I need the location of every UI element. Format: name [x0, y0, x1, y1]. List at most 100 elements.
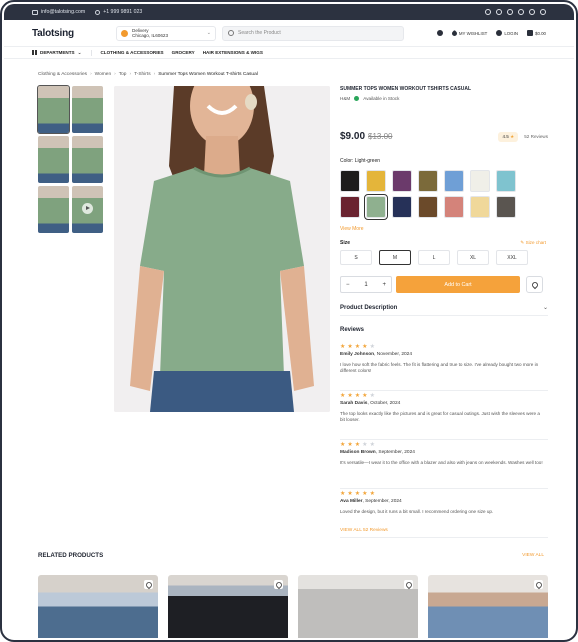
size-option[interactable]: XXL: [496, 250, 528, 265]
price-row: $9.00 $13.00 4.5 ★ 52 Reviews: [340, 131, 548, 142]
departments-label: DEPARTMENTS: [40, 50, 75, 55]
plus-icon[interactable]: +: [382, 282, 386, 288]
product-thumbnail[interactable]: [38, 186, 69, 233]
color-swatches: [340, 170, 516, 220]
nav-link-grocery[interactable]: GROCERY: [172, 50, 195, 55]
heart-icon[interactable]: [534, 580, 543, 589]
main-product-image[interactable]: [114, 86, 330, 412]
color-swatch[interactable]: [444, 196, 464, 218]
color-swatch[interactable]: [418, 196, 438, 218]
page: info@talotsing.com +1 999 9891 023 Talot…: [4, 4, 574, 638]
video-thumbnail[interactable]: [72, 186, 103, 233]
product-thumbnail[interactable]: [38, 136, 69, 183]
nav-link-clothing[interactable]: CLOTHING & ACCESSORIES: [100, 50, 163, 55]
breadcrumb-item[interactable]: Women: [95, 72, 111, 77]
product-thumbnail[interactable]: [37, 85, 70, 134]
heart-icon[interactable]: [144, 580, 153, 589]
app-frame: info@talotsing.com +1 999 9891 023 Talot…: [0, 0, 578, 642]
size-option[interactable]: XL: [457, 250, 489, 265]
color-swatch[interactable]: [392, 170, 412, 192]
view-all-related-link[interactable]: VIEW ALL: [522, 553, 544, 558]
youtube-icon[interactable]: [529, 9, 535, 15]
quantity-stepper[interactable]: − 1 +: [340, 276, 392, 293]
search-input[interactable]: Search the Product: [222, 25, 404, 41]
add-to-cart-row: − 1 + Add to Cart: [340, 276, 548, 293]
header: Talotsing Delivery Chicago, IL60623 ⌄ Se…: [4, 20, 574, 46]
cart-link[interactable]: $0.00: [527, 30, 546, 36]
wishlist-button[interactable]: [526, 276, 543, 293]
whatsapp-icon[interactable]: [540, 9, 546, 15]
related-product-card[interactable]: [298, 575, 418, 638]
x-icon[interactable]: [507, 9, 513, 15]
review-date: October, 2024: [370, 401, 401, 406]
related-product-card[interactable]: [428, 575, 548, 638]
minus-icon[interactable]: −: [346, 282, 350, 288]
chevron-down-icon: ⌄: [206, 30, 211, 36]
color-swatch[interactable]: [392, 196, 412, 218]
tiktok-icon[interactable]: [518, 9, 524, 15]
reviews-list: ★★★★★ Emily Johnson, November, 2024 I love…: [340, 342, 548, 538]
color-swatch[interactable]: [340, 196, 360, 218]
star-icon: ★: [347, 491, 355, 497]
product-thumbnail[interactable]: [72, 86, 103, 133]
old-price: $13.00: [368, 132, 393, 141]
review-date: September, 2024: [365, 499, 402, 504]
delivery-location: Chicago, IL60623: [132, 33, 169, 38]
view-all-reviews-link[interactable]: VIEW ALL 52 Reviews: [340, 528, 388, 533]
color-swatch[interactable]: [364, 194, 388, 220]
color-swatch[interactable]: [366, 170, 386, 192]
departments-menu[interactable]: DEPARTMENTS ⌄: [32, 49, 93, 56]
breadcrumb-item[interactable]: Top: [119, 72, 127, 77]
product-description-accordion[interactable]: Product Description ⌄: [340, 300, 548, 316]
search-placeholder: Search the Product: [238, 30, 281, 36]
facebook-icon[interactable]: [485, 9, 491, 15]
color-swatch[interactable]: [340, 170, 360, 192]
size-option[interactable]: M: [379, 250, 411, 265]
review-author-line: Madison Brown, September, 2024: [340, 450, 415, 455]
logo-text: Talotsing: [32, 27, 74, 39]
size-option[interactable]: L: [418, 250, 450, 265]
review-author: Ava Miller: [340, 499, 363, 504]
star-icon: ★: [347, 393, 355, 399]
color-swatch[interactable]: [496, 170, 516, 192]
delivery-selector[interactable]: Delivery Chicago, IL60623 ⌄: [116, 25, 216, 41]
breadcrumb-item[interactable]: T-Shirts: [134, 72, 151, 77]
ruler-icon: ✎: [520, 240, 525, 245]
review-text: I love how soft the fabric feels. The fi…: [340, 362, 539, 374]
phone-contact[interactable]: +1 999 9891 023: [95, 9, 142, 15]
related-product-card[interactable]: [38, 575, 158, 638]
heart-icon[interactable]: [274, 580, 283, 589]
nav-link-hair[interactable]: HAIR EXTENSIONS & WIGS: [203, 50, 263, 55]
color-swatch[interactable]: [470, 170, 490, 192]
email-contact[interactable]: info@talotsing.com: [32, 9, 85, 15]
size-chart-label: Size chart: [525, 240, 546, 245]
star-icon: ★: [369, 491, 377, 497]
logo[interactable]: Talotsing: [32, 28, 116, 39]
review-text: The top looks exactly like the pictures …: [340, 411, 540, 423]
size-chart-link[interactable]: ✎ Size chart: [520, 240, 546, 246]
color-swatch[interactable]: [444, 170, 464, 192]
availability-status: Available in Stock: [363, 96, 400, 101]
wishlist-link[interactable]: MY WISHLIST: [450, 29, 487, 37]
related-product-card[interactable]: [168, 575, 288, 638]
mail-icon: [32, 9, 38, 15]
brand-name[interactable]: H&M: [340, 96, 350, 101]
review-count[interactable]: 52 Reviews: [524, 134, 548, 139]
breadcrumb-item[interactable]: Clothing & Accessories: [38, 72, 87, 77]
color-swatch[interactable]: [418, 170, 438, 192]
login-link[interactable]: LOGIN: [496, 30, 518, 36]
size-label: Size: [340, 240, 351, 246]
instagram-icon[interactable]: [496, 9, 502, 15]
top-bar: info@talotsing.com +1 999 9891 023: [4, 4, 574, 20]
product-thumbnail[interactable]: [72, 136, 103, 183]
description-label: Product Description: [340, 304, 398, 311]
main-nav: DEPARTMENTS ⌄ CLOTHING & ACCESSORIES GRO…: [4, 46, 574, 59]
size-option[interactable]: S: [340, 250, 372, 265]
view-more-colors-link[interactable]: View More: [340, 226, 364, 232]
star-icon: ★: [362, 442, 370, 448]
notification-bell-icon[interactable]: [436, 30, 443, 36]
add-to-cart-button[interactable]: Add to Cart: [396, 276, 520, 293]
color-swatch[interactable]: [496, 196, 516, 218]
color-swatch[interactable]: [470, 196, 490, 218]
heart-icon[interactable]: [404, 580, 413, 589]
